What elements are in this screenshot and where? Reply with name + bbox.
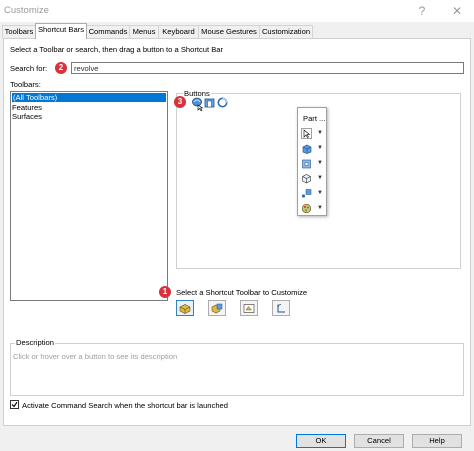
assembly-icon [211,303,223,314]
list-item-features[interactable]: Features [11,103,167,112]
tab-strip: Toolbars Shortcut Bars Commands Menus Ke… [0,23,474,39]
extrude-boss-icon [301,143,312,154]
chevron-down-icon[interactable]: ▼ [317,130,323,136]
shortcut-row-extrude-cut[interactable]: ▼ [300,157,324,170]
revolve-surface-icon[interactable] [217,97,228,108]
activate-search-label: Activate Command Search when the shortcu… [22,401,228,410]
sketch-icon [277,304,285,313]
tab-mouse-gestures[interactable]: Mouse Gestures [198,25,260,38]
tab-keyboard[interactable]: Keyboard [158,25,199,38]
description-title: Description [15,338,55,347]
shortcut-toolbar-label: Select a Shortcut Toolbar to Customize [176,288,308,297]
callout-badge-3: 3 [174,96,186,108]
shortcut-bars-panel: Select a Toolbar or search, then drag a … [3,38,471,426]
ok-button[interactable]: OK [296,434,346,448]
revolve-cut-icon[interactable] [204,97,215,108]
toolbars-listbox[interactable]: (All Toolbars) Features Surfaces [10,91,168,301]
toolbars-label: Toolbars: [10,80,41,89]
part-icon [179,304,191,314]
tab-menus[interactable]: Menus [129,25,159,38]
window-title: Customize [4,5,49,16]
chevron-down-icon[interactable]: ▼ [317,160,323,166]
select-arrow-icon [301,128,312,139]
help-icon[interactable]: ? [410,2,434,20]
title-bar: Customize ? ✕ [0,0,474,22]
instruction-text: Select a Toolbar or search, then drag a … [10,45,224,54]
extrude-cut-icon [301,158,312,169]
part-shortcut-bar[interactable]: Part ... ▼ ▼ ▼ ▼ ▼ ▼ [297,107,327,216]
check-icon [11,401,18,408]
sketch-point-icon [301,188,312,199]
help-button[interactable]: Help [412,434,462,448]
drawing-icon [243,304,255,313]
description-group: Description Click or hover over a button… [10,338,464,396]
tab-customization[interactable]: Customization [259,25,313,38]
search-label: Search for: [10,64,48,73]
callout-badge-2: 2 [55,62,67,74]
search-input[interactable] [71,62,464,74]
shortcut-row-appearance[interactable]: ▼ [300,202,324,215]
description-placeholder: Click or hover over a button to see its … [13,352,178,361]
chevron-down-icon[interactable]: ▼ [317,175,323,181]
tab-commands[interactable]: Commands [86,25,130,38]
revolve-boss-icon[interactable] [191,97,204,112]
chevron-down-icon[interactable]: ▼ [317,205,323,211]
drawing-shortcut-button[interactable] [240,300,258,316]
chevron-down-icon[interactable]: ▼ [317,190,323,196]
shortcut-row-sketch-point[interactable]: ▼ [300,187,324,200]
cube-view-icon [301,173,312,184]
shortcut-row-extrude-boss[interactable]: ▼ [300,142,324,155]
list-item-all-toolbars[interactable]: (All Toolbars) [12,93,166,102]
sketch-shortcut-button[interactable] [272,300,290,316]
cancel-button[interactable]: Cancel [354,434,404,448]
tab-shortcut-bars[interactable]: Shortcut Bars [35,23,87,39]
shortcut-row-cube-view[interactable]: ▼ [300,172,324,185]
appearance-icon [301,203,312,214]
activate-search-checkbox[interactable] [10,400,19,409]
tab-toolbars[interactable]: Toolbars [2,25,36,38]
shortcut-row-select[interactable]: ▼ [300,127,324,140]
chevron-down-icon[interactable]: ▼ [317,145,323,151]
close-icon[interactable]: ✕ [445,2,469,20]
part-shortcut-bar-title: Part ... [303,114,326,123]
assembly-shortcut-button[interactable] [208,300,226,316]
part-shortcut-button[interactable] [176,300,194,316]
list-item-surfaces[interactable]: Surfaces [11,112,167,121]
callout-badge-1: 1 [159,286,171,298]
